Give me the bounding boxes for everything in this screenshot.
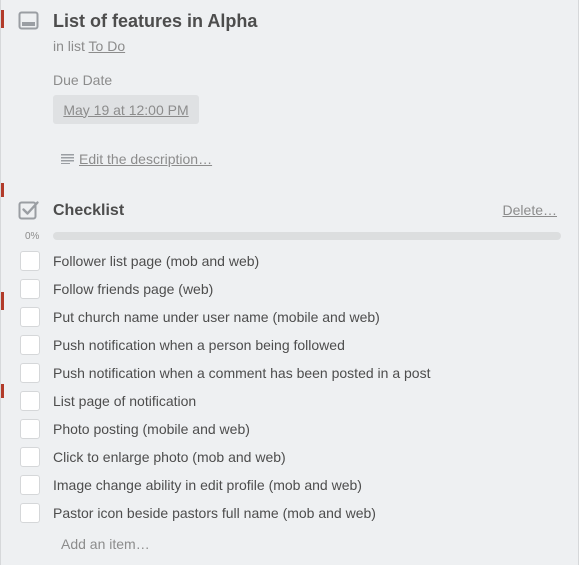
checklist-items: Follower list page (mob and web) Follow f… [1,246,579,526]
checklist-item[interactable]: Put church name under user name (mobile … [1,302,579,330]
checklist-item-checkbox[interactable] [20,447,40,467]
edit-description-label: Edit the description… [79,151,213,167]
checklist-title[interactable]: Checklist [53,202,124,220]
checklist-item-checkbox[interactable] [20,419,40,439]
checklist-item-label[interactable]: Image change ability in edit profile (mo… [53,477,362,493]
checklist-item[interactable]: List page of notification [1,386,579,414]
checklist-item-checkbox[interactable] [20,335,40,355]
checklist-item[interactable]: Image change ability in edit profile (mo… [1,470,579,498]
checklist-item-label[interactable]: Push notification when a person being fo… [53,337,345,353]
checklist-item-checkbox[interactable] [20,503,40,523]
checklist-item-checkbox[interactable] [20,363,40,383]
edit-description-link[interactable]: Edit the description… [61,151,212,167]
checklist-item-label[interactable]: Photo posting (mobile and web) [53,421,250,437]
due-date-button[interactable]: May 19 at 12:00 PM [53,95,199,124]
checklist-progress-bar [53,232,561,240]
list-link[interactable]: To Do [89,38,126,54]
card-icon [18,11,39,30]
checklist-item[interactable]: Push notification when a person being fo… [1,330,579,358]
progress-percent: 0% [25,231,40,242]
checklist-item[interactable]: Follower list page (mob and web) [1,246,579,274]
checklist-item[interactable]: Pastor icon beside pastors full name (mo… [1,498,579,526]
checklist-item-checkbox[interactable] [20,251,40,271]
in-list-prefix: in list [53,38,85,54]
checklist-item-label[interactable]: Push notification when a comment has bee… [53,365,430,381]
delete-checklist-link[interactable]: Delete… [503,202,557,218]
checklist-item[interactable]: Click to enlarge photo (mob and web) [1,442,579,470]
checklist-item-checkbox[interactable] [20,391,40,411]
checklist-item-checkbox[interactable] [20,307,40,327]
checklist-item-label[interactable]: Follow friends page (web) [53,281,213,297]
checklist-item[interactable]: Photo posting (mobile and web) [1,414,579,442]
checklist-item-label[interactable]: List page of notification [53,393,196,409]
checklist-item[interactable]: Push notification when a comment has bee… [1,358,579,386]
due-date-label: Due Date [53,72,113,88]
checklist-item-label[interactable]: Put church name under user name (mobile … [53,309,380,325]
add-item-link[interactable]: Add an item… [61,536,150,552]
checklist-item-checkbox[interactable] [20,279,40,299]
checklist-item-label[interactable]: Pastor icon beside pastors full name (mo… [53,505,376,521]
checklist-item[interactable]: Follow friends page (web) [1,274,579,302]
checklist-icon [18,201,39,220]
card-detail-panel: List of features in Alpha in list To Do … [0,0,579,565]
card-list-info: in list To Do [53,38,125,54]
checklist-item-label[interactable]: Follower list page (mob and web) [53,253,259,269]
description-lines-icon [61,154,74,164]
checklist-item-label[interactable]: Click to enlarge photo (mob and web) [53,449,286,465]
card-title[interactable]: List of features in Alpha [53,11,257,32]
checklist-item-checkbox[interactable] [20,475,40,495]
